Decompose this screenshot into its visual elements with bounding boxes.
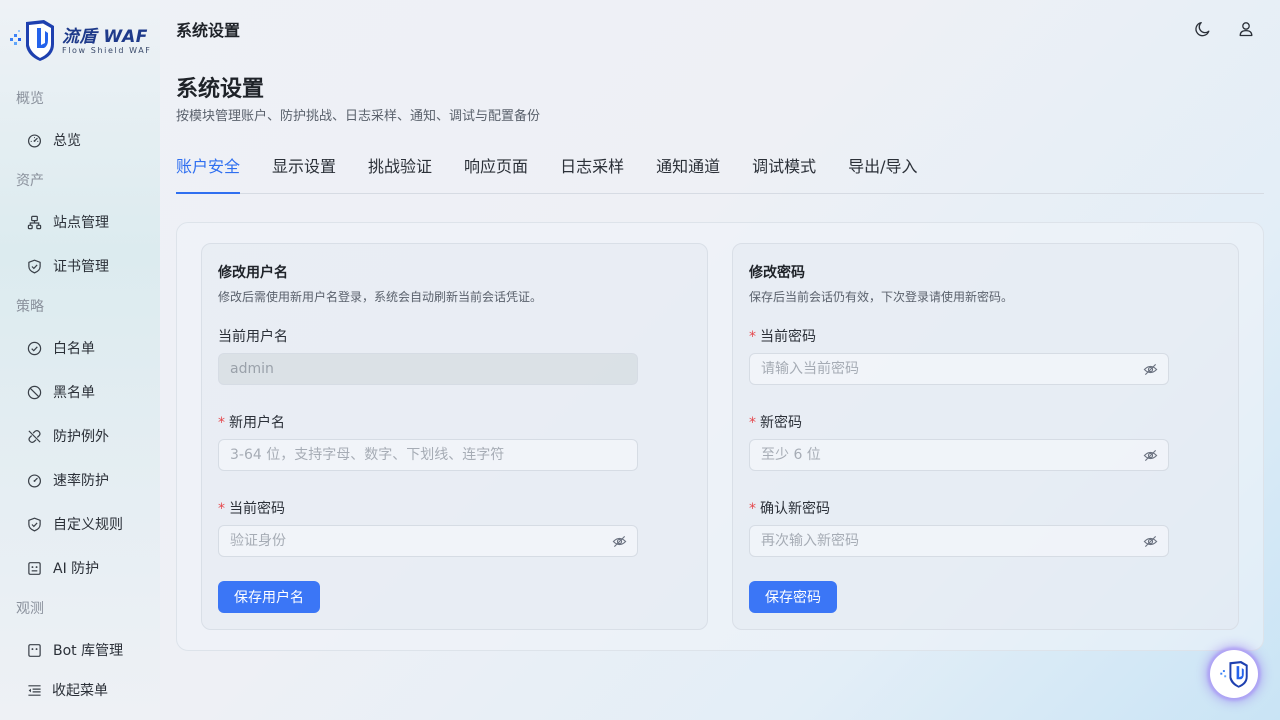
bot-icon [28,643,41,657]
page-title: 系统设置 [176,77,265,102]
change-username-card: 修改用户名 修改后需使用新用户名登录，系统会自动刷新当前会话凭证。 当前用户名 … [201,243,708,630]
new-username-label: * 新用户名 [218,415,285,431]
assistant-fab-button[interactable] [1210,650,1258,698]
tab-challenge-verification[interactable]: 挑战验证 [368,146,432,193]
tab-log-sampling[interactable]: 日志采样 [560,146,624,193]
current-password-label: * 当前密码 [749,329,816,345]
user-icon [1239,22,1253,37]
shield-logo-icon [1220,660,1248,688]
tab-export-import[interactable]: 导出/导入 [848,146,917,193]
topbar-title: 系统设置 [176,21,241,40]
current-password-input[interactable]: 请输入当前密码 [749,353,1169,385]
user-menu-button[interactable] [1235,18,1257,40]
check-circle-icon [27,341,42,355]
change-password-card: 修改密码 保存后当前会话仍有效，下次登录请使用新密码。 * 当前密码 请输入当前密… [732,243,1239,630]
sidebar-item-ai-protection[interactable]: AI 防护 [8,546,152,590]
robot-icon [28,561,41,575]
page-subtitle: 按模块管理账户、防护挑战、日志采样、通知、调试与配置备份 [176,109,541,124]
collapse-menu-button[interactable]: 收起菜单 [27,678,108,702]
sidebar-nav[interactable]: 概览 总览 资产 站点管理 证书管理 策略 白名单 黑名单 防护例外 速率防护 … [0,80,160,665]
required-marker: * [749,329,756,345]
sidebar-item-label: 自定义规则 [53,517,123,533]
card-description: 保存后当前会话仍有效，下次登录请使用新密码。 [749,290,1014,304]
gauge-icon [27,473,42,487]
brand-logo[interactable]: 流盾 WAF Flow Shield WAF [10,18,152,62]
unlink-icon [28,429,41,443]
sidebar-item-bot-library[interactable]: Bot 库管理 [8,628,152,665]
sidebar-item-sites[interactable]: 站点管理 [8,200,152,244]
eye-off-icon[interactable] [612,534,627,549]
required-marker: * [218,501,225,517]
new-username-input[interactable]: 3-64 位，支持字母、数字、下划线、连字符 [218,439,638,471]
sidebar-item-label: AI 防护 [53,561,100,577]
current-username-label: 当前用户名 [218,329,288,345]
sidebar-item-label: 速率防护 [53,473,109,489]
eye-off-icon[interactable] [1143,534,1158,549]
ban-icon [27,385,42,399]
confirm-password-input[interactable]: 再次输入新密码 [749,525,1169,557]
sidebar-item-label: 防护例外 [53,429,109,445]
sidebar-item-certificates[interactable]: 证书管理 [8,244,152,288]
sidebar-item-label: 站点管理 [53,215,109,231]
moon-icon [1195,21,1210,37]
sidebar-item-label: 证书管理 [53,259,109,275]
shield-logo-icon [10,20,54,61]
tab-debug-mode[interactable]: 调试模式 [752,146,816,193]
card-description: 修改后需使用新用户名登录，系统会自动刷新当前会话凭证。 [218,290,543,304]
required-marker: * [749,415,756,431]
required-marker: * [218,415,225,431]
shield-check-icon [28,517,41,531]
input-placeholder: 请输入当前密码 [761,361,859,377]
shield-check-icon [28,259,41,273]
eye-off-icon[interactable] [1143,362,1158,377]
card-title: 修改用户名 [218,265,288,281]
tab-notification-channels[interactable]: 通知通道 [656,146,720,193]
required-marker: * [749,501,756,517]
eye-off-icon[interactable] [1143,448,1158,463]
nav-group-overview: 概览 [16,91,44,107]
theme-toggle-button[interactable] [1192,18,1214,40]
sidebar-item-exceptions[interactable]: 防护例外 [8,414,152,458]
sidebar-item-label: Bot 库管理 [53,643,124,659]
dashboard-icon [27,133,42,147]
settings-tabs: 账户安全 显示设置 挑战验证 响应页面 日志采样 通知通道 调试模式 导出/导入 [176,146,1264,194]
input-placeholder: 再次输入新密码 [761,533,859,549]
sidebar-item-label: 黑名单 [53,385,95,401]
save-password-button[interactable]: 保存密码 [749,581,837,613]
sidebar: 流盾 WAF Flow Shield WAF 概览 总览 资产 站点管理 证书管… [0,0,160,720]
nav-group-assets: 资产 [16,173,44,189]
brand-name: 流盾 WAF [62,27,148,47]
tab-response-page[interactable]: 响应页面 [464,146,528,193]
save-username-button[interactable]: 保存用户名 [218,581,320,613]
new-password-label: * 新密码 [749,415,802,431]
tab-display-settings[interactable]: 显示设置 [272,146,336,193]
sidebar-item-overview[interactable]: 总览 [8,118,152,162]
sidebar-item-label: 白名单 [53,341,95,357]
tab-account-security[interactable]: 账户安全 [176,146,241,194]
current-password-label: * 当前密码 [218,501,285,517]
input-placeholder: 验证身份 [230,533,286,549]
confirm-password-label: * 确认新密码 [749,501,830,517]
sidebar-item-whitelist[interactable]: 白名单 [8,326,152,370]
brand-tagline: Flow Shield WAF [62,46,152,55]
sidebar-item-rate-limit[interactable]: 速率防护 [8,458,152,502]
verify-password-input[interactable]: 验证身份 [218,525,638,557]
sidebar-item-blacklist[interactable]: 黑名单 [8,370,152,414]
new-password-input[interactable]: 至少 6 位 [749,439,1169,471]
input-placeholder: 至少 6 位 [761,447,821,463]
sitemap-icon [27,215,42,229]
sidebar-item-label: 总览 [53,133,81,149]
nav-group-policy: 策略 [16,299,44,315]
current-username-field: admin [218,353,638,385]
collapse-menu-label: 收起菜单 [52,683,108,699]
card-title: 修改密码 [749,265,805,281]
collapse-menu-icon [28,684,41,696]
nav-group-observe: 观测 [16,601,44,617]
sidebar-item-custom-rules[interactable]: 自定义规则 [8,502,152,546]
